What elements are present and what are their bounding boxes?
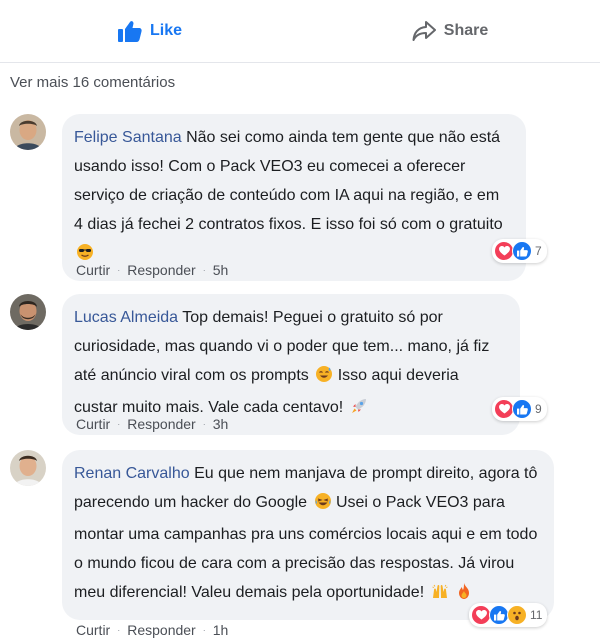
avatar[interactable] [10, 114, 46, 150]
comment-bubble: Renan Carvalho Eu que nem manjava de pro… [62, 450, 554, 620]
comment-author[interactable]: Renan Carvalho [74, 465, 190, 482]
separator-dot: · [117, 265, 121, 275]
like-button[interactable]: Like [0, 0, 300, 62]
comment-meta: Curtir · Responder · 5h [76, 262, 228, 278]
comment-meta: Curtir · Responder · 1h [76, 622, 228, 638]
reply-link[interactable]: Responder [127, 416, 196, 432]
comment-timestamp[interactable]: 1h [213, 622, 229, 638]
separator-dot: · [202, 625, 206, 635]
share-button[interactable]: Share [300, 0, 600, 62]
share-label: Share [443, 22, 489, 39]
separator-dot: · [202, 265, 206, 275]
comment-bubble: Lucas Almeida Top demais! Peguei o gratu… [62, 294, 520, 435]
like-label: Like [149, 22, 182, 39]
post-action-bar: Like Share [0, 0, 600, 63]
comment-timestamp[interactable]: 5h [213, 262, 229, 278]
comment-timestamp[interactable]: 3h [213, 416, 229, 432]
wow-face-icon [507, 605, 527, 625]
like-comment-link[interactable]: Curtir [76, 262, 110, 278]
thumbs-up-icon [117, 20, 142, 42]
separator-dot: · [202, 419, 206, 429]
reaction-count: 11 [530, 608, 543, 622]
reply-link[interactable]: Responder [127, 262, 196, 278]
share-arrow-icon [412, 20, 436, 42]
thumbs-up-icon [512, 241, 532, 261]
heart-icon [471, 605, 491, 625]
fire-icon [455, 581, 473, 610]
rocket-icon [350, 396, 368, 425]
avatar[interactable] [10, 294, 46, 330]
view-more-comments-link[interactable]: Ver mais 16 comentários [10, 74, 175, 91]
reaction-summary[interactable]: 9 [492, 397, 547, 421]
comment-author[interactable]: Lucas Almeida [74, 309, 178, 326]
reply-link[interactable]: Responder [127, 622, 196, 638]
thumbs-up-icon [512, 399, 532, 419]
comment-bubble: Felipe Santana Não sei como ainda tem ge… [62, 114, 526, 281]
avatar[interactable] [10, 450, 46, 486]
heart-icon [494, 399, 514, 419]
separator-dot: · [117, 625, 121, 635]
laughing-face-icon [314, 491, 332, 520]
reaction-summary[interactable]: 11 [469, 603, 548, 627]
reaction-count: 9 [535, 402, 542, 416]
reaction-count: 7 [535, 244, 542, 258]
like-comment-link[interactable]: Curtir [76, 622, 110, 638]
comment-meta: Curtir · Responder · 3h [76, 416, 228, 432]
sweat-smile-face-icon [315, 364, 333, 393]
raised-hands-icon [431, 581, 449, 610]
like-comment-link[interactable]: Curtir [76, 416, 110, 432]
comment-author[interactable]: Felipe Santana [74, 129, 182, 146]
heart-icon [494, 241, 514, 261]
reaction-summary[interactable]: 7 [492, 239, 547, 263]
thumbs-up-icon [489, 605, 509, 625]
separator-dot: · [117, 419, 121, 429]
